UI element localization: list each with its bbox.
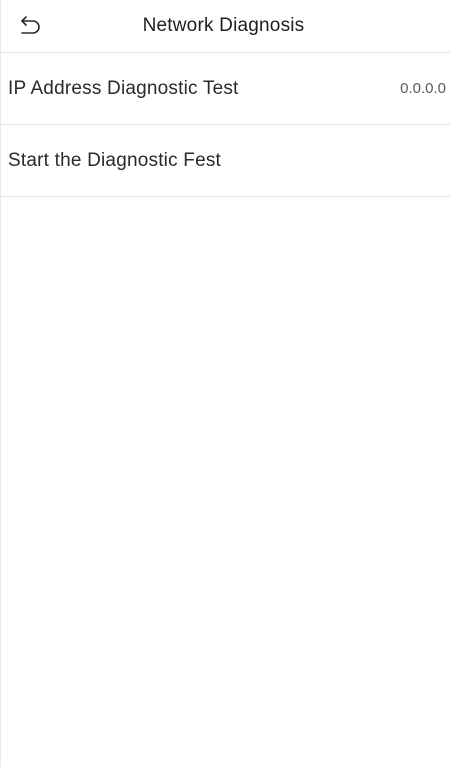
start-diagnostic-test-label: Start the Diagnostic Fest <box>8 149 222 171</box>
back-button[interactable] <box>13 11 47 41</box>
back-arrow-icon <box>21 16 40 34</box>
ip-address-value: 0.0.0.0 <box>400 80 446 97</box>
title-bar: Network Diagnosis <box>1 0 450 53</box>
ip-address-diagnostic-test-item[interactable]: IP Address Diagnostic Test 0.0.0.0 <box>1 53 450 125</box>
network-diagnosis-screen: Network Diagnosis IP Address Diagnostic … <box>0 0 450 767</box>
page-title: Network Diagnosis <box>142 15 305 36</box>
start-diagnostic-test-item[interactable]: Start the Diagnostic Fest <box>1 125 450 197</box>
ip-address-diagnostic-test-label: IP Address Diagnostic Test <box>8 77 239 99</box>
